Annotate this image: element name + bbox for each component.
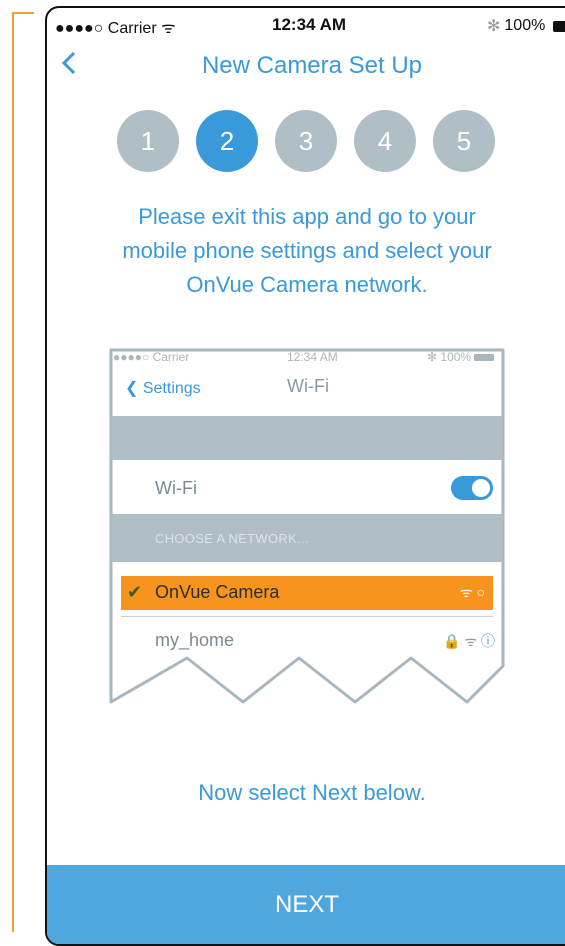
mini-time: 12:34 AM bbox=[287, 350, 338, 364]
annotation-line-top bbox=[12, 12, 34, 14]
mini-network-name: my_home bbox=[155, 630, 235, 650]
mini-chevron-icon: ❮ bbox=[125, 380, 139, 397]
next-button-label: NEXT bbox=[274, 891, 339, 918]
mini-battery: ✻ 100% bbox=[427, 350, 495, 364]
next-instruction: Now select Next below. bbox=[198, 780, 426, 805]
bluetooth-icon: ✻ bbox=[487, 18, 501, 35]
checkmark-icon: ✔ bbox=[127, 582, 143, 602]
lock-icon: 🔒 bbox=[442, 633, 461, 649]
page-title: New Camera Set Up bbox=[201, 52, 423, 79]
mini-network-header: CHOOSE A NETWORK... bbox=[111, 514, 503, 562]
mini-wifi-toggle bbox=[451, 476, 493, 500]
info-icon: ⓘ bbox=[481, 633, 495, 649]
mini-wifi-label: Wi-Fi bbox=[155, 478, 197, 498]
status-time: 12:34 AM bbox=[272, 15, 347, 34]
status-right: ✻ 100% bbox=[487, 16, 565, 36]
carrier-label: ●●●●○ Carrier ᯤ bbox=[55, 20, 176, 37]
battery-percent: 100% bbox=[504, 17, 546, 34]
mini-network-header-label: CHOOSE A NETWORK... bbox=[155, 531, 309, 546]
step-3: 3 bbox=[275, 110, 337, 172]
wifi-icon: ᯤ bbox=[464, 633, 478, 649]
step-2: 2 bbox=[196, 110, 258, 172]
next-button[interactable]: NEXT bbox=[47, 865, 565, 944]
step-4: 4 bbox=[354, 110, 416, 172]
step-indicator: 1 2 3 4 5 bbox=[117, 110, 495, 172]
annotation-line bbox=[12, 12, 14, 932]
mini-divider bbox=[121, 616, 493, 617]
mini-wifi-row: Wi-Fi bbox=[111, 460, 503, 514]
mini-network-icons: 🔒 ᯤ ⓘ bbox=[443, 631, 495, 651]
wifi-icon: ᯤ bbox=[161, 20, 176, 37]
mini-network-onvue: ✔ OnVue Camera ᯤ ○ bbox=[121, 576, 493, 610]
battery-icon bbox=[553, 20, 565, 32]
mini-battery-icon bbox=[474, 354, 495, 362]
mini-back-link: ❮ Settings bbox=[125, 380, 201, 397]
mini-title: Wi-Fi bbox=[287, 376, 329, 396]
phone-frame: ●●●●○ Carrier ᯤ 12:34 AM ✻ 100% New Came… bbox=[45, 6, 565, 946]
mini-network-name: OnVue Camera bbox=[155, 582, 280, 602]
wifi-icon: ᯤ bbox=[459, 584, 473, 600]
mini-section-band bbox=[111, 416, 503, 460]
instructions-text: Please exit this app and go to your mobi… bbox=[122, 204, 492, 297]
step-5: 5 bbox=[433, 110, 495, 172]
mini-network-home: my_home 🔒 ᯤ ⓘ bbox=[111, 624, 503, 658]
info-icon: ○ bbox=[476, 584, 485, 600]
wifi-settings-illustration: ●●●●○ Carrier 12:34 AM ✻ 100% ❮ Settings… bbox=[107, 346, 507, 726]
step-1: 1 bbox=[117, 110, 179, 172]
mini-network-icons: ᯤ ○ bbox=[460, 583, 485, 602]
status-bar: ●●●●○ Carrier ᯤ 12:34 AM ✻ 100% bbox=[47, 8, 565, 38]
mini-carrier: ●●●●○ Carrier bbox=[113, 350, 190, 364]
